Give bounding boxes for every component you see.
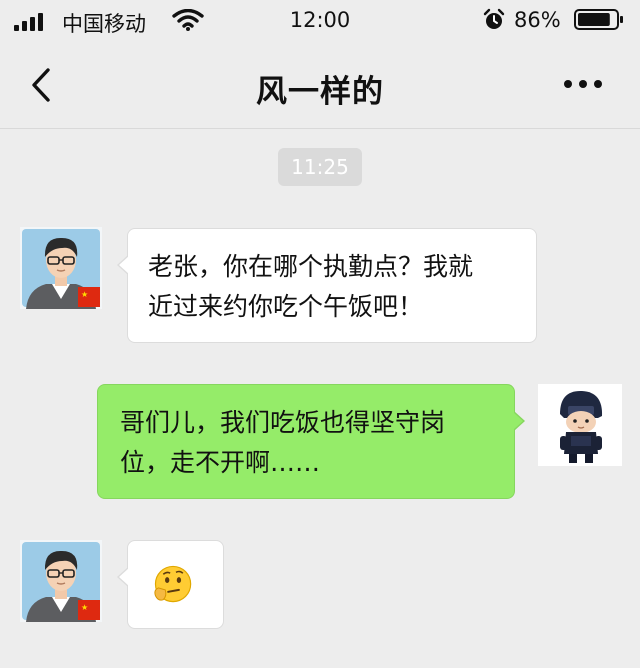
more-options-button[interactable]: [560, 72, 606, 96]
message-text-line: 近过来约你吃个午饭吧！: [148, 292, 424, 321]
battery-percent: 86%: [514, 8, 561, 32]
alarm-icon: [483, 8, 505, 29]
chat-title: 风一样的: [256, 74, 384, 110]
message-text-line: 老张，你在哪个执勤点？我就: [148, 252, 474, 281]
message-timestamp: 11:25: [278, 148, 362, 186]
status-bar: 中国移动 12:00 86%: [0, 0, 640, 42]
my-avatar[interactable]: [538, 384, 622, 466]
incoming-message-bubble[interactable]: 老张，你在哪个执勤点？我就 近过来约你吃个午饭吧！: [117, 228, 537, 343]
man-avatar-icon: ★: [20, 227, 102, 309]
outgoing-message-bubble[interactable]: 哥们儿，我们吃饭也得坚守岗 位，走不开啊……: [97, 384, 525, 499]
message-text-line: 位，走不开啊……: [120, 448, 321, 477]
svg-text:★: ★: [81, 290, 88, 299]
incoming-emoji-bubble[interactable]: [117, 540, 224, 629]
battery-icon: [574, 9, 623, 30]
chat-header: 风一样的: [0, 42, 640, 129]
contact-avatar[interactable]: ★: [20, 540, 102, 622]
svg-text:★: ★: [81, 603, 88, 612]
thinking-face-emoji-icon: [154, 565, 192, 603]
police-avatar-icon: [538, 384, 622, 466]
message-text-line: 哥们儿，我们吃饭也得坚守岗: [120, 408, 446, 437]
contact-avatar[interactable]: ★: [20, 227, 102, 309]
man-avatar-icon: ★: [20, 540, 102, 622]
